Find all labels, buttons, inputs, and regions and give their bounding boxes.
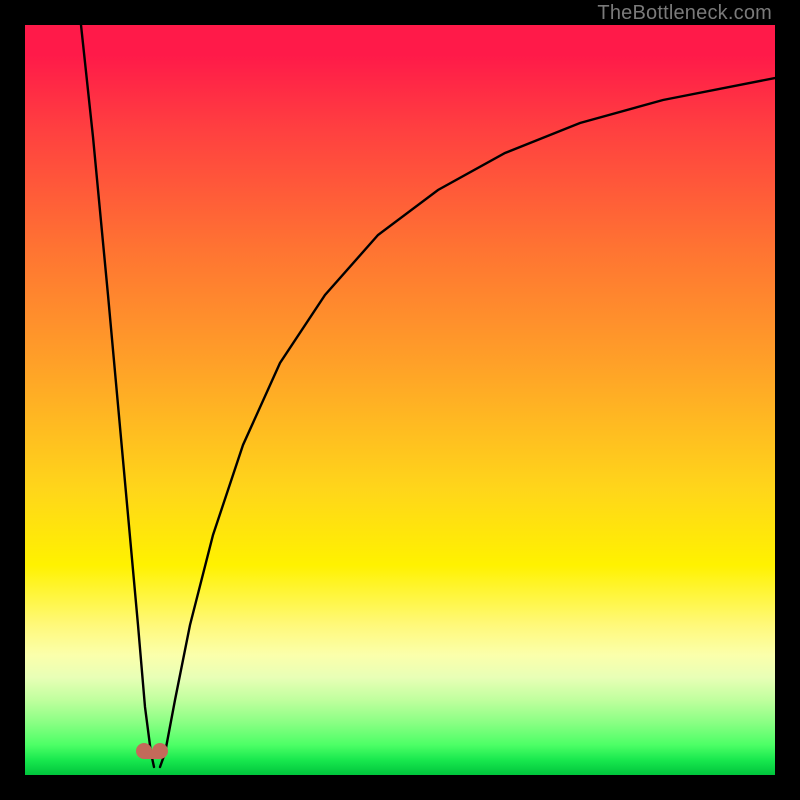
bottleneck-curve — [25, 25, 775, 775]
chart-frame: TheBottleneck.com — [0, 0, 800, 800]
attribution-text: TheBottleneck.com — [597, 2, 772, 25]
plot-area — [25, 25, 775, 775]
curve-right-branch — [160, 78, 775, 767]
curve-left-branch — [81, 25, 154, 767]
marker-bridge — [142, 750, 162, 759]
optimum-marker — [136, 737, 168, 759]
